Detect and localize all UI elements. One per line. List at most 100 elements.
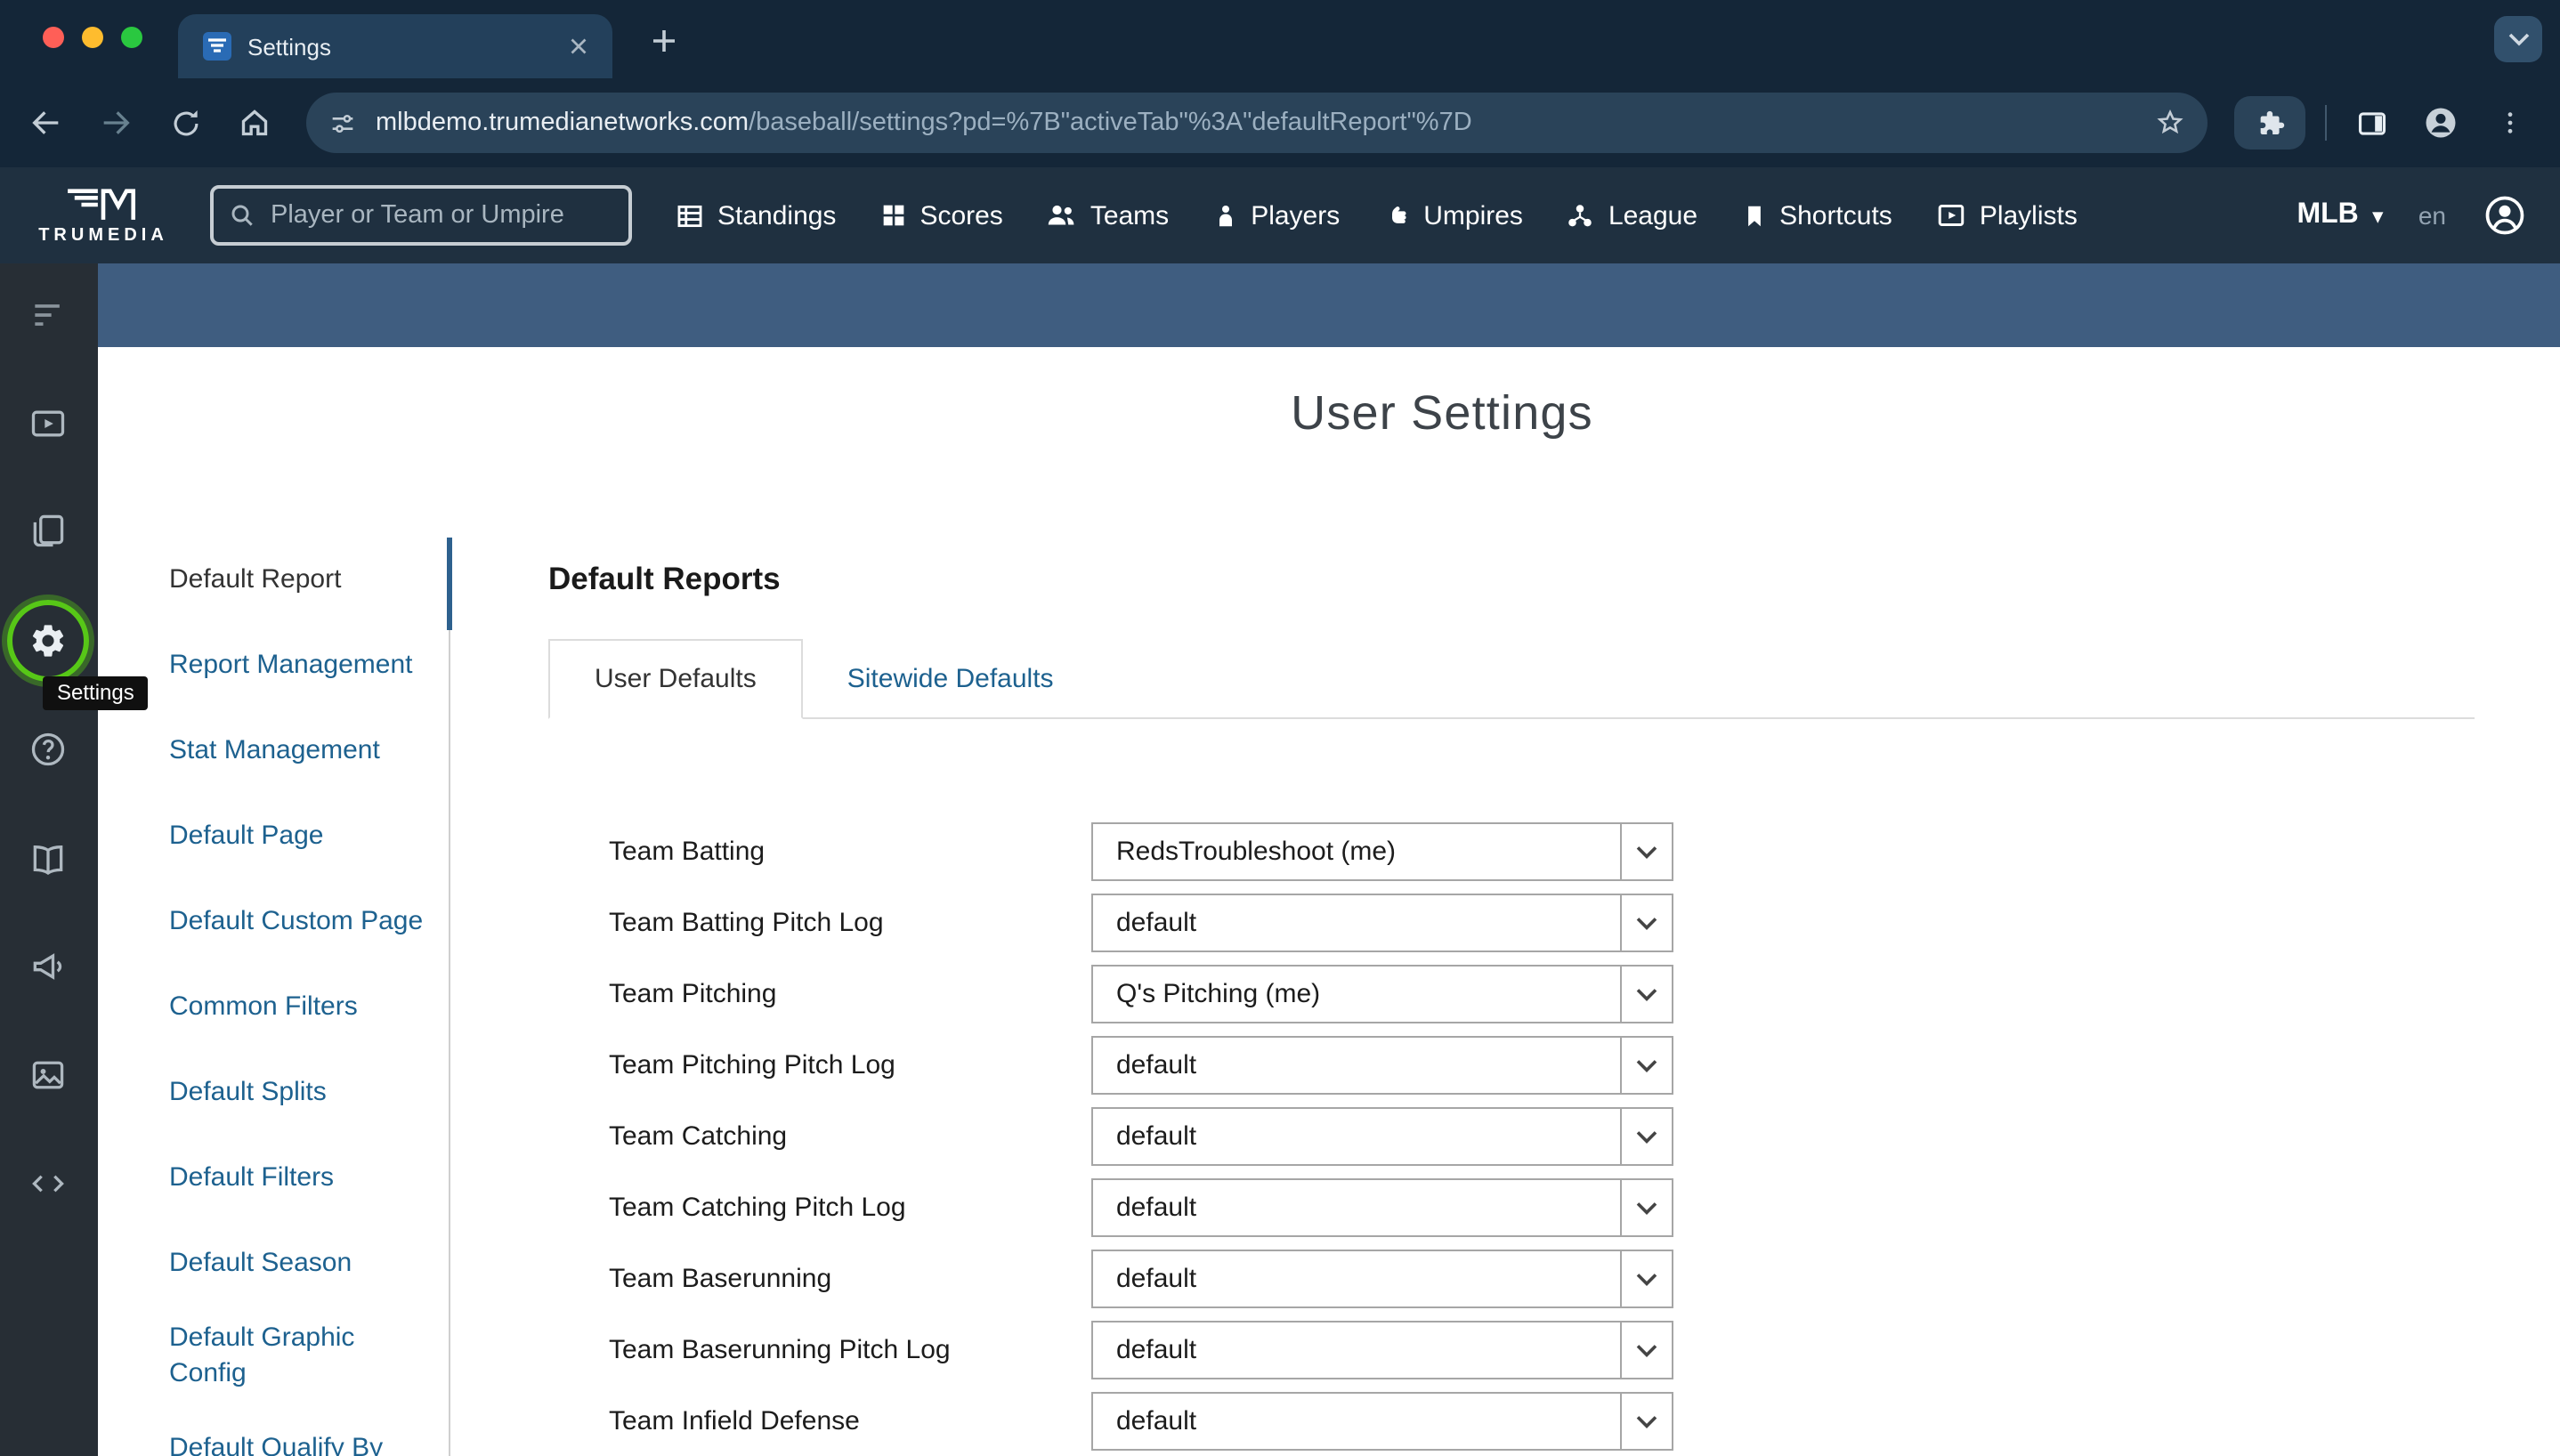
code-icon[interactable] <box>28 1164 68 1203</box>
reload-button[interactable] <box>160 98 210 148</box>
settings-nav-report-management[interactable]: Report Management <box>169 623 449 708</box>
tool-sidebar <box>0 263 98 1456</box>
nav-label: Shortcuts <box>1779 200 1892 231</box>
nav-standings[interactable]: Standings <box>675 200 836 231</box>
settings-nav-default-season[interactable]: Default Season <box>169 1221 449 1306</box>
settings-nav-default-qualify-by[interactable]: Default Qualify By <box>169 1406 449 1456</box>
league-icon <box>1566 200 1596 231</box>
settings-nav-stat-management[interactable]: Stat Management <box>169 708 449 794</box>
search-input[interactable] <box>267 199 596 231</box>
section-title: Default Reports <box>548 561 2475 598</box>
nav-label: Scores <box>919 200 1002 231</box>
url-text: mlbdemo.trumedianetworks.com/baseball/se… <box>376 109 2154 137</box>
standings-icon <box>675 200 705 231</box>
settings-nav-default-report[interactable]: Default Report <box>169 538 449 623</box>
page-title: User Settings <box>1291 386 1593 441</box>
nav-shortcuts[interactable]: Shortcuts <box>1740 200 1892 231</box>
umpires-icon <box>1382 201 1411 230</box>
form-row: Team Pitching Pitch Log default <box>548 1036 2475 1095</box>
tab-user-defaults[interactable]: User Defaults <box>548 639 803 719</box>
brand-name: TRUMEDIA <box>38 225 168 245</box>
settings-nav-default-splits[interactable]: Default Splits <box>169 1050 449 1136</box>
nav-teams[interactable]: Teams <box>1046 199 1169 231</box>
nav-label: Playlists <box>1980 200 2078 231</box>
bookmark-star-icon[interactable] <box>2154 107 2186 139</box>
nav-players[interactable]: Players <box>1211 200 1340 231</box>
side-panel-button[interactable] <box>2346 98 2396 148</box>
forward-button[interactable] <box>91 98 141 148</box>
gallery-icon[interactable] <box>28 1056 68 1095</box>
back-button[interactable] <box>21 98 71 148</box>
players-icon <box>1211 202 1238 229</box>
defaults-form: Team Batting RedsTroubleshoot (me) Team … <box>548 822 2475 1456</box>
chevron-down-icon <box>2507 32 2529 46</box>
browser-toolbar: mlbdemo.trumedianetworks.com/baseball/se… <box>0 78 2560 167</box>
window-close-button[interactable] <box>43 27 64 48</box>
team-batting-select[interactable]: RedsTroubleshoot (me) <box>1091 822 1673 881</box>
home-button[interactable] <box>230 98 279 148</box>
account-icon[interactable] <box>2482 192 2528 239</box>
shortcuts-icon <box>1740 202 1767 229</box>
back-arrow-icon <box>28 105 64 141</box>
settings-nav-default-filters[interactable]: Default Filters <box>169 1136 449 1221</box>
browser-profile-button[interactable] <box>2416 98 2466 148</box>
url-path: /baseball/settings?pd=%7B"activeTab"%3A"… <box>749 109 1472 137</box>
field-label: Team Baserunning Pitch Log <box>609 1321 951 1379</box>
team-infield-defense-select[interactable]: default <box>1091 1392 1673 1451</box>
browser-tab[interactable]: Settings <box>178 14 612 78</box>
teams-icon <box>1046 199 1078 231</box>
extensions-button[interactable] <box>2234 96 2305 150</box>
team-baserunning-select[interactable]: default <box>1091 1250 1673 1308</box>
league-selector[interactable]: MLB ▾ <box>2297 199 2382 231</box>
trumedia-logo[interactable]: TRUMEDIA <box>14 186 192 245</box>
settings-nav-default-graphic-config[interactable]: Default Graphic Config <box>169 1306 449 1406</box>
new-tab-button[interactable] <box>641 18 687 64</box>
settings-nav-default-page[interactable]: Default Page <box>169 794 449 879</box>
tab-close-icon[interactable] <box>563 30 595 62</box>
settings-gear-icon[interactable] <box>28 621 68 660</box>
settings-nav-common-filters[interactable]: Common Filters <box>169 965 449 1050</box>
global-search[interactable] <box>210 185 632 246</box>
nav-playlists[interactable]: Playlists <box>1935 199 2078 231</box>
team-batting-pitch-log-select[interactable]: default <box>1091 894 1673 952</box>
settings-nav-default-custom-page[interactable]: Default Custom Page <box>169 879 449 965</box>
language-label[interactable]: en <box>2418 201 2446 230</box>
team-catching-select[interactable]: default <box>1091 1107 1673 1166</box>
team-pitching-select[interactable]: Q's Pitching (me) <box>1091 965 1673 1023</box>
media-player-icon[interactable] <box>28 404 68 443</box>
megaphone-icon[interactable] <box>28 947 68 986</box>
nav-label: Teams <box>1090 200 1169 231</box>
form-row: Team Baserunning default <box>548 1250 2475 1308</box>
field-label: Team Pitching <box>609 965 776 1023</box>
site-settings-icon[interactable] <box>328 108 358 138</box>
book-icon[interactable] <box>28 840 68 879</box>
filter-icon[interactable] <box>28 295 68 335</box>
nav-league[interactable]: League <box>1566 200 1697 231</box>
field-label: Team Infield Defense <box>609 1392 860 1451</box>
team-catching-pitch-log-select[interactable]: default <box>1091 1178 1673 1237</box>
nav-label: League <box>1608 200 1697 231</box>
nav-scores[interactable]: Scores <box>879 200 1002 231</box>
form-row: Team Catching Pitch Log default <box>548 1178 2475 1237</box>
window-zoom-button[interactable] <box>121 27 142 48</box>
settings-nav: Default Report Report Management Stat Ma… <box>169 538 450 1456</box>
chevron-down-icon <box>1620 967 1672 1022</box>
address-bar[interactable]: mlbdemo.trumedianetworks.com/baseball/se… <box>306 93 2208 153</box>
team-pitching-pitch-log-select[interactable]: default <box>1091 1036 1673 1095</box>
browser-menu-button[interactable] <box>2485 98 2535 148</box>
chevron-down-icon <box>1620 824 1672 879</box>
field-label: Team Batting <box>609 822 765 881</box>
tab-search-button[interactable] <box>2494 16 2542 62</box>
chevron-down-icon <box>1620 895 1672 950</box>
team-baserunning-pitch-log-select[interactable]: default <box>1091 1321 1673 1379</box>
tab-sitewide-defaults[interactable]: Sitewide Defaults <box>803 639 1098 717</box>
nav-umpires[interactable]: Umpires <box>1382 200 1523 231</box>
help-icon[interactable] <box>28 730 68 769</box>
window-minimize-button[interactable] <box>82 27 103 48</box>
form-row: Team Infield Defense default <box>548 1392 2475 1451</box>
cards-icon[interactable] <box>28 511 68 550</box>
form-row: Team Pitching Q's Pitching (me) <box>548 965 2475 1023</box>
tab-title: Settings <box>247 33 563 60</box>
chevron-down-icon <box>1620 1394 1672 1449</box>
nav-label: Umpires <box>1423 200 1523 231</box>
